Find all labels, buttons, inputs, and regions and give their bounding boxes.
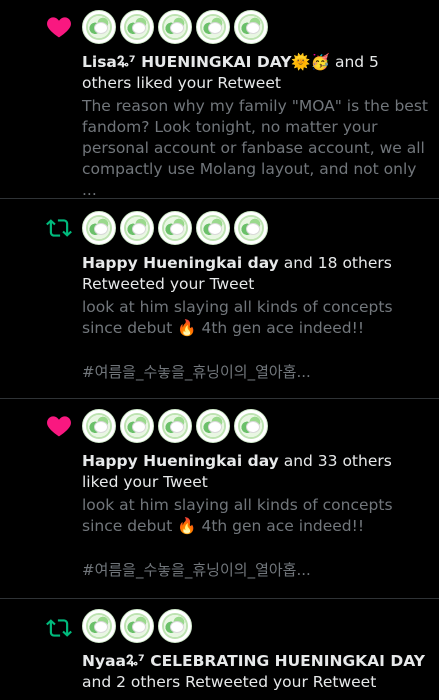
notification-headline: Nyaa🜩⁷ CELEBRATING HUENINGKAI DAY and 2 …	[82, 651, 431, 693]
heart-icon	[46, 413, 72, 439]
avatar[interactable]	[234, 409, 268, 443]
avatar[interactable]	[82, 10, 116, 44]
notification-headline: Lisa🜩⁷ HUENINGKAI DAY🌞🥳 and 5 others lik…	[82, 52, 431, 94]
avatar[interactable]	[158, 609, 192, 643]
actor-name[interactable]: Nyaa🜩⁷ CELEBRATING HUENINGKAI DAY	[82, 652, 425, 670]
avatar[interactable]	[120, 211, 154, 245]
avatar-row	[82, 211, 431, 245]
hashtag-line[interactable]: #여름을_수놓을_휴닝이의_열아홉...	[82, 559, 431, 580]
avatar[interactable]	[82, 609, 116, 643]
actor-name[interactable]: Happy Hueningkai day	[82, 254, 279, 272]
avatar[interactable]	[196, 409, 230, 443]
retweet-icon	[46, 215, 72, 241]
hashtag-line[interactable]: #여름을_수놓을_휴닝이의_열아홉...	[82, 361, 431, 382]
notification-item[interactable]: Happy Hueningkai day and 18 others Retwe…	[0, 199, 439, 399]
avatar[interactable]	[234, 211, 268, 245]
avatar[interactable]	[82, 211, 116, 245]
notification-item[interactable]: Lisa🜩⁷ HUENINGKAI DAY🌞🥳 and 5 others lik…	[0, 0, 439, 199]
heart-icon	[46, 14, 72, 40]
tweet-excerpt[interactable]: look at him slaying all kinds of concept…	[82, 297, 431, 339]
avatar[interactable]	[196, 10, 230, 44]
avatar[interactable]	[196, 211, 230, 245]
avatar-row	[82, 409, 431, 443]
notification-item[interactable]: Happy Hueningkai day and 33 others liked…	[0, 399, 439, 599]
avatar[interactable]	[234, 10, 268, 44]
avatar[interactable]	[120, 10, 154, 44]
avatar[interactable]	[158, 10, 192, 44]
notification-headline: Happy Hueningkai day and 33 others liked…	[82, 451, 431, 493]
tweet-excerpt[interactable]: look at him slaying all kinds of concept…	[82, 495, 431, 537]
retweet-icon	[46, 615, 72, 641]
actor-name[interactable]: Happy Hueningkai day	[82, 452, 279, 470]
avatar[interactable]	[158, 211, 192, 245]
notifications-feed: Lisa🜩⁷ HUENINGKAI DAY🌞🥳 and 5 others lik…	[0, 0, 439, 700]
avatar[interactable]	[120, 409, 154, 443]
avatar[interactable]	[120, 609, 154, 643]
avatar-row	[82, 609, 431, 643]
notification-action: and 2 others Retweeted your Retweet	[82, 673, 377, 691]
actor-name[interactable]: Lisa🜩⁷ HUENINGKAI DAY🌞🥳	[82, 53, 330, 71]
notification-item[interactable]: Nyaa🜩⁷ CELEBRATING HUENINGKAI DAY and 2 …	[0, 599, 439, 700]
avatar-row	[82, 10, 431, 44]
tweet-excerpt[interactable]: The reason why my family "MOA" is the be…	[82, 96, 431, 201]
notification-headline: Happy Hueningkai day and 18 others Retwe…	[82, 253, 431, 295]
avatar[interactable]	[158, 409, 192, 443]
avatar[interactable]	[82, 409, 116, 443]
